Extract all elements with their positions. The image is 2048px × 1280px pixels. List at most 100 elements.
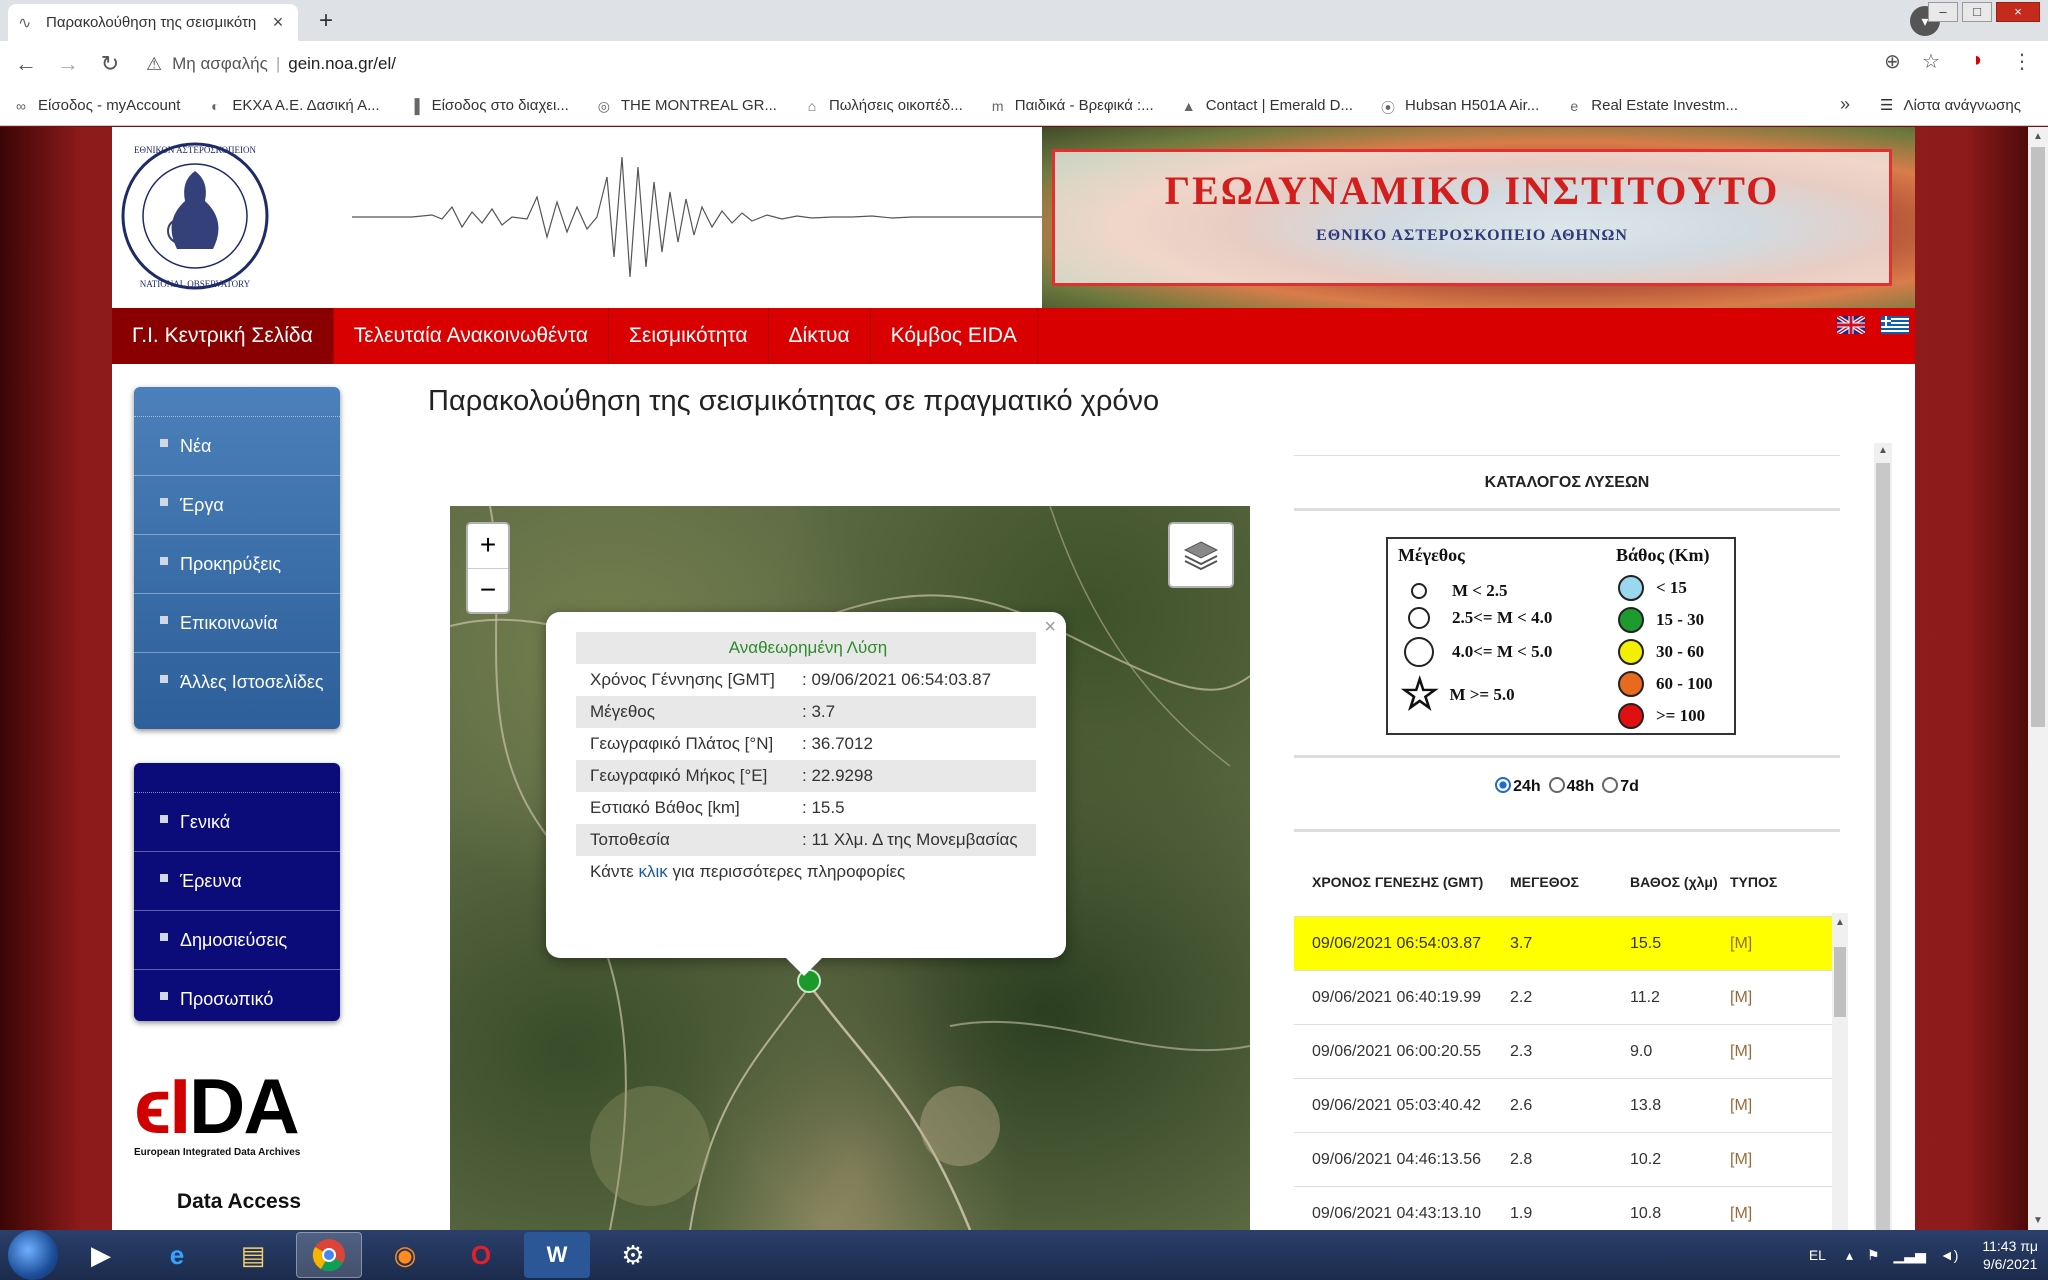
period-radio[interactable] [1548,777,1565,793]
back-icon[interactable]: ← [10,51,42,77]
period-label: 48h [1566,778,1595,795]
table-row[interactable]: 09/06/2021 06:00:20.55 2.3 9.0 [M] [1294,1025,1840,1079]
bookmark-star-icon[interactable]: ☆ [1922,49,1940,74]
bookmark-item[interactable]: ⦿ Hubsan H501A Air... [1379,97,1539,116]
restore-button[interactable]: □ [1962,2,1992,22]
browser-menu-icon[interactable]: ⋮ [2012,49,2032,74]
legend-magnitude-item: 2.5<= M < 4.0 [1404,607,1552,629]
sidebar-menu-item[interactable]: Έρευνα [134,852,340,911]
col-header-time[interactable]: ΧΡΟΝΟΣ ΓΕΝΕΣΗΣ (GMT) [1294,874,1510,890]
media-player-taskbar-icon[interactable]: ▶ [68,1232,134,1278]
minimize-button[interactable]: – [1928,2,1958,22]
sidebar-menu-item[interactable]: Δημοσιεύσεις [134,911,340,970]
event-magnitude: 1.9 [1510,1204,1533,1222]
address-bar[interactable]: ⚠ Μη ασφαλής | gein.noa.gr/el/ [136,46,1896,82]
reload-icon[interactable]: ↻ [94,51,126,77]
tray-expand-icon[interactable]: ▴ [1846,1247,1853,1264]
events-table-scrollbar[interactable]: ▲ [1832,913,1848,1230]
bookmark-item[interactable]: ▐ Είσοδος στο διαχει... [406,97,569,114]
scroll-up-arrow-icon[interactable]: ▲ [2033,131,2043,142]
period-option-48h[interactable]: 48h [1545,777,1595,795]
word-taskbar-icon[interactable]: W [524,1232,590,1278]
period-radio[interactable] [1602,777,1619,793]
forward-icon[interactable]: → [52,51,84,77]
bookmarks-overflow-icon[interactable]: » [1840,94,1850,115]
bookmark-item[interactable]: ▲ Contact | Emerald D... [1180,97,1353,114]
layers-button[interactable] [1168,522,1234,588]
close-window-button[interactable]: × [1996,2,2040,22]
network-signal-icon[interactable]: ▁▃▅ [1894,1247,1926,1264]
sidebar-menu-item[interactable]: Έργα [134,476,340,535]
table-row[interactable]: 09/06/2021 05:03:40.42 2.6 13.8 [M] [1294,1079,1840,1133]
sidebar-menu-item[interactable]: Προκηρύξεις [134,535,340,594]
internet-explorer-taskbar-icon[interactable]: e [144,1232,210,1278]
scroll-up-arrow-icon[interactable]: ▲ [1835,917,1845,928]
sidebar-menu-item[interactable]: Νέα [134,417,340,476]
sidebar-menu-item[interactable]: Προσωπικό [134,970,340,1021]
bookmark-item[interactable]: ⌂ Πωλήσεις οικοπέδ... [803,97,963,114]
extension-icon[interactable]: ◗ [1972,49,1984,72]
catalog-scrollbar[interactable]: ▲ [1874,443,1892,1230]
col-header-magnitude[interactable]: ΜΕΓΕΘΟΣ [1510,874,1630,890]
popup-more-suffix: για περισσότερες πληροφορίες [667,862,906,881]
sidebar-menu-item[interactable]: Γενικά [134,793,340,852]
col-header-type[interactable]: ΤΥΠΟΣ [1730,874,1840,890]
start-button[interactable] [8,1230,58,1280]
nav-networks[interactable]: Δίκτυα [769,308,871,364]
volume-icon[interactable]: ◄) [1940,1247,1959,1263]
scroll-down-arrow-icon[interactable]: ▼ [2033,1215,2043,1226]
events-table-scroll-thumb[interactable] [1834,947,1846,1017]
zoom-icon[interactable]: ⊕ [1884,49,1901,74]
sidebar-menu-item[interactable]: Άλλες Ιστοσελίδες [134,653,340,711]
table-row[interactable]: 09/06/2021 06:54:03.87 3.7 15.5 [M] [1294,917,1840,971]
bookmark-item[interactable]: ∞ Είσοδος - myAccount [12,97,180,114]
observatory-seal-logo[interactable]: ΕΘΝΙΚΟΝ ΑΣΤΕΡΟΣΚΟΠΕΙΟΝ NATIONAL OBSERVAT… [120,131,270,301]
opera-taskbar-icon[interactable]: O [448,1232,514,1278]
event-time: 09/06/2021 04:46:13.56 [1312,1150,1482,1168]
language-indicator[interactable]: EL [1809,1247,1826,1263]
table-row[interactable]: 09/06/2021 04:43:13.10 1.9 10.8 [M] [1294,1187,1840,1230]
browser-scrollbar[interactable]: ▲ ▼ [2028,127,2048,1230]
legend-magnitude-header: Μέγεθος [1398,545,1465,565]
period-option-7d[interactable]: 7d [1598,777,1639,795]
file-explorer-taskbar-icon[interactable]: ▤ [220,1232,286,1278]
popup-key: Εστιακό Βάθος [km] [590,798,740,817]
period-option-24h[interactable]: 24h [1491,777,1541,795]
nav-seismicity[interactable]: Σεισμικότητα [609,308,769,364]
address-url[interactable]: gein.noa.gr/el/ [288,54,396,74]
reading-list-button[interactable]: ☰ Λίστα ανάγνωσης [1880,96,2021,115]
popup-more-link[interactable]: κλικ [638,862,667,881]
period-radio[interactable] [1495,777,1512,793]
popup-close-icon[interactable]: × [1044,616,1056,639]
greek-flag-icon[interactable] [1881,316,1909,334]
catalog-scroll-thumb[interactable] [1876,463,1890,1230]
tab-close-icon[interactable]: × [268,12,288,33]
bookmark-item[interactable]: ◐ ΕΚΧΑ Α.Ε. Δασική Α... [206,97,379,114]
network-tool-taskbar-icon[interactable]: ⚙ [600,1232,666,1278]
table-row[interactable]: 09/06/2021 04:46:13.56 2.8 10.2 [M] [1294,1133,1840,1187]
seismicity-map[interactable]: + − × Αναθεωρημένη Λύση Χρόνος Γέννησης … [450,506,1250,1230]
firefox-taskbar-icon[interactable]: ◉ [372,1232,438,1278]
eida-logo-block[interactable]: ϵIDA European Integrated Data Archives D… [134,1067,344,1214]
system-clock[interactable]: 11:43 πμ 9/6/2021 [1982,1237,2038,1273]
data-access-link[interactable]: Data Access [134,1190,344,1214]
bookmark-item[interactable]: ◎ THE MONTREAL GR... [595,97,777,114]
action-center-flag-icon[interactable]: ⚑ [1867,1247,1880,1264]
nav-announcements[interactable]: Τελευταία Ανακοινωθέντα [334,308,610,364]
col-header-depth[interactable]: ΒΑΘΟΣ (χλμ) [1630,874,1730,890]
nav-eida-node[interactable]: Κόμβος EIDA [871,308,1038,364]
bookmark-item[interactable]: e Real Estate Investm... [1565,97,1738,114]
zoom-in-button[interactable]: + [468,524,508,568]
not-secure-warning-icon[interactable]: ⚠ [146,54,162,75]
chrome-taskbar-icon[interactable] [296,1232,362,1278]
browser-tab-active[interactable]: ∿ Παρακολούθηση της σεισμικότη × [8,4,298,41]
uk-flag-icon[interactable] [1837,316,1865,334]
nav-home[interactable]: Γ.Ι. Κεντρική Σελίδα [112,308,334,364]
sidebar-menu-item[interactable]: Επικοινωνία [134,594,340,653]
bookmark-item[interactable]: m Παιδικά - Βρεφικά :... [989,97,1154,114]
new-tab-button[interactable]: + [308,6,344,36]
table-row[interactable]: 09/06/2021 06:40:19.99 2.2 11.2 [M] [1294,971,1840,1025]
scroll-up-arrow-icon[interactable]: ▲ [1878,445,1888,456]
zoom-out-button[interactable]: − [468,568,508,612]
browser-scroll-thumb[interactable] [2031,147,2045,727]
